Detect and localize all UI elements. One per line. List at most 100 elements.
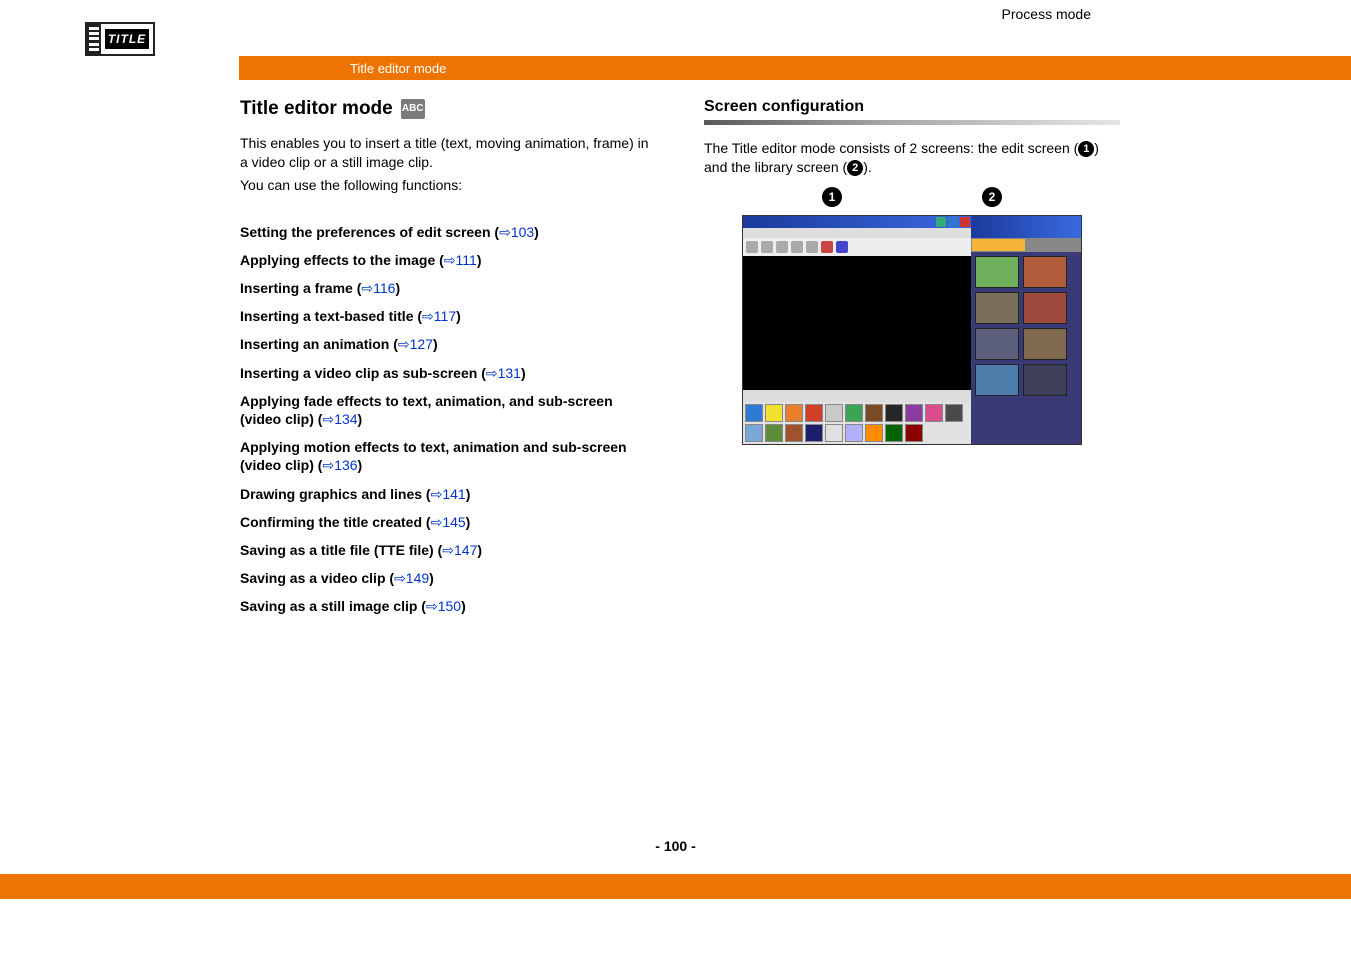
page-ref[interactable]: 117: [434, 308, 456, 324]
page-ref[interactable]: 147: [454, 542, 477, 558]
palette-swatch: [885, 404, 903, 422]
palette-swatch: [865, 404, 883, 422]
arrow-icon: ⇨: [499, 224, 511, 240]
screen-config-desc: The Title editor mode consists of 2 scre…: [704, 139, 1120, 177]
toolbar-icon: [791, 241, 803, 253]
section-title: Screen configuration: [704, 98, 1120, 116]
arrow-icon: ⇨: [394, 570, 406, 586]
function-links-list: Setting the preferences of edit screen (…: [240, 223, 656, 616]
process-mode-label: Process mode: [1002, 6, 1091, 22]
link-text: Inserting a text-based title (: [240, 308, 422, 324]
effects-palette: [743, 402, 971, 444]
intro-paragraph-1: This enables you to insert a title (text…: [240, 134, 656, 172]
page-ref[interactable]: 111: [456, 252, 477, 268]
maximize-icon: [948, 217, 958, 227]
page-ref[interactable]: 131: [498, 365, 521, 381]
callout-1-inline: 1: [1078, 141, 1094, 157]
footer-bar: [0, 874, 1351, 899]
tabs-row: [743, 390, 971, 402]
palette-swatch: [945, 404, 963, 422]
desc-pre: The Title editor mode consists of 2 scre…: [704, 140, 1078, 156]
screenshot-composite: [742, 215, 1082, 445]
arrow-icon: ⇨: [398, 336, 410, 352]
library-thumbnails: [971, 252, 1081, 444]
abc-icon: ABC: [401, 99, 425, 119]
link-suffix: ): [466, 486, 471, 502]
page-title-text: Title editor mode: [240, 98, 393, 120]
link-text: Applying fade effects to text, animation…: [240, 393, 613, 427]
toolbar: [743, 238, 971, 256]
library-thumb: [975, 328, 1019, 360]
palette-swatch: [785, 404, 803, 422]
page-ref[interactable]: 150: [438, 598, 461, 614]
arrow-icon: ⇨: [322, 411, 334, 427]
minimize-icon: [936, 217, 946, 227]
arrow-icon: ⇨: [322, 457, 334, 473]
edit-screen-thumbnail: [743, 216, 971, 444]
palette-swatch: [745, 424, 763, 442]
link-suffix: ): [395, 280, 400, 296]
page-ref[interactable]: 116: [373, 280, 395, 296]
page-ref[interactable]: 136: [334, 457, 357, 473]
link-suffix: ): [456, 308, 461, 324]
function-link[interactable]: Saving as a video clip (⇨149): [240, 569, 656, 587]
page-ref[interactable]: 103: [511, 224, 534, 240]
arrow-icon: ⇨: [444, 252, 456, 268]
link-text: Inserting a video clip as sub-screen (: [240, 365, 486, 381]
function-link[interactable]: Drawing graphics and lines (⇨141): [240, 485, 656, 503]
page-ref[interactable]: 149: [406, 570, 429, 586]
function-link[interactable]: Confirming the title created (⇨145): [240, 513, 656, 531]
library-thumb: [1023, 364, 1067, 396]
library-screen-thumbnail: [971, 216, 1081, 444]
function-link[interactable]: Setting the preferences of edit screen (…: [240, 223, 656, 241]
library-header: [971, 238, 1081, 252]
function-link[interactable]: Applying fade effects to text, animation…: [240, 392, 656, 428]
function-link[interactable]: Saving as a title file (TTE file) (⇨147): [240, 541, 656, 559]
film-strip-icon: [87, 24, 101, 54]
link-text: Inserting an animation (: [240, 336, 398, 352]
desc-post: ).: [863, 159, 872, 175]
library-tab: [972, 239, 1025, 251]
page-ref[interactable]: 127: [410, 336, 433, 352]
function-link[interactable]: Inserting a video clip as sub-screen (⇨1…: [240, 364, 656, 382]
function-link[interactable]: Inserting a frame (⇨116): [240, 279, 656, 297]
page-ref[interactable]: 141: [442, 486, 465, 502]
window-titlebar: [743, 216, 971, 228]
library-thumb: [975, 256, 1019, 288]
link-suffix: ): [477, 542, 482, 558]
link-text: Drawing graphics and lines (: [240, 486, 431, 502]
link-text: Applying motion effects to text, animati…: [240, 439, 627, 473]
callout-2: 2: [982, 187, 1002, 207]
link-text: Confirming the title created (: [240, 514, 431, 530]
arrow-icon: ⇨: [426, 598, 438, 614]
link-text: Saving as a still image clip (: [240, 598, 426, 614]
link-suffix: ): [466, 514, 471, 530]
link-suffix: ): [477, 252, 482, 268]
page-title: Title editor mode ABC: [240, 98, 656, 120]
function-link[interactable]: Inserting an animation (⇨127): [240, 335, 656, 353]
section-rule: [704, 120, 1120, 125]
library-thumb: [1023, 328, 1067, 360]
palette-swatch: [865, 424, 883, 442]
palette-swatch: [845, 424, 863, 442]
close-icon: [960, 217, 970, 227]
function-link[interactable]: Applying motion effects to text, animati…: [240, 438, 656, 474]
palette-swatch: [845, 404, 863, 422]
library-thumb: [1023, 256, 1067, 288]
library-tab: [1027, 239, 1080, 251]
library-titlebar: [971, 216, 1081, 238]
function-link[interactable]: Saving as a still image clip (⇨150): [240, 597, 656, 615]
link-suffix: ): [461, 598, 466, 614]
palette-swatch: [745, 404, 763, 422]
function-link[interactable]: Inserting a text-based title (⇨117): [240, 307, 656, 325]
page-ref[interactable]: 134: [334, 411, 357, 427]
palette-swatch: [925, 404, 943, 422]
title-logo: TITLE: [0, 22, 240, 56]
page-ref[interactable]: 145: [442, 514, 465, 530]
link-suffix: ): [534, 224, 539, 240]
function-link[interactable]: Applying effects to the image (⇨111): [240, 251, 656, 269]
arrow-icon: ⇨: [431, 514, 443, 530]
toolbar-icon: [776, 241, 788, 253]
library-thumb: [1023, 292, 1067, 324]
palette-swatch: [805, 404, 823, 422]
